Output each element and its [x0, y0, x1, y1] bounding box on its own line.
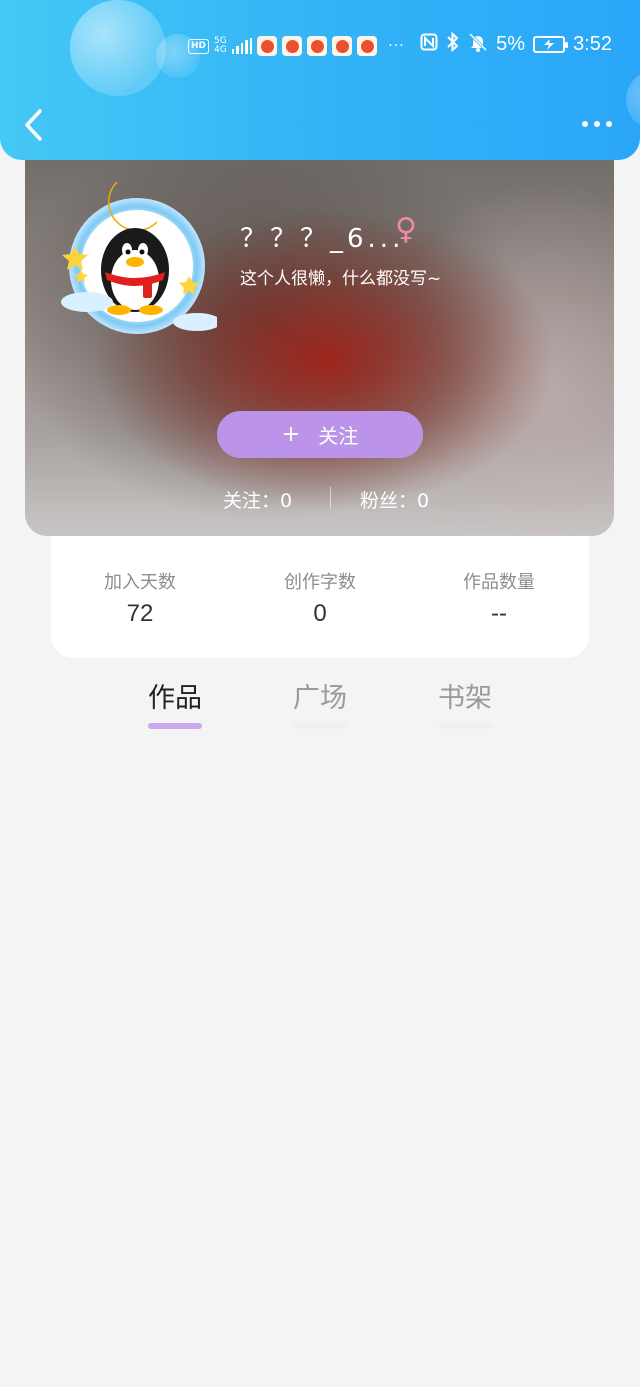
stat-value: --: [491, 600, 507, 627]
mute-bell-icon: [468, 32, 488, 57]
profile-card: ？？？_6... ♀ 这个人很懒，什么都没写~ + 关注 关注：0 粉丝：0: [25, 140, 614, 536]
battery-charging-icon: [533, 36, 569, 53]
chevron-left-icon: [25, 109, 42, 141]
following-stat[interactable]: 关注：0: [223, 486, 292, 513]
tab-indicator: [438, 723, 492, 729]
tab-indicator: [293, 723, 347, 729]
signal-icon: [231, 38, 253, 54]
follow-button[interactable]: + 关注: [217, 411, 423, 458]
penguin-avatar-icon: [61, 181, 221, 334]
avatar[interactable]: [47, 174, 221, 344]
female-gender-icon: ♀: [395, 212, 417, 247]
app-notification-icon: [282, 36, 303, 56]
app-notification-icon: [307, 36, 328, 56]
status-bar-right: 5% 3:52: [420, 31, 612, 57]
fans-stat[interactable]: 粉丝：0: [360, 486, 429, 513]
bluetooth-icon: [446, 31, 460, 57]
app-notification-icon: [357, 36, 378, 56]
status-bar: HD 5G 4G ··· 5% 3:52: [0, 28, 640, 64]
tab-label: 作品: [148, 683, 202, 714]
tab-works[interactable]: 作品: [130, 676, 220, 729]
user-bio: 这个人很懒，什么都没写~: [240, 269, 442, 289]
fans-count: 0: [417, 490, 430, 512]
back-button[interactable]: [22, 108, 50, 144]
more-options-button[interactable]: [582, 112, 612, 136]
clock: 3:52: [573, 33, 612, 55]
nfc-icon: [420, 33, 438, 56]
stat-join-days: 加入天数 72: [70, 568, 210, 628]
stat-word-count: 创作字数 0: [250, 568, 390, 628]
tab-label: 广场: [293, 683, 347, 714]
tab-bookshelf[interactable]: 书架: [420, 676, 510, 729]
stat-label: 作品数量: [463, 572, 535, 593]
content-tabs: 作品 广场 书架: [0, 676, 640, 736]
network-type: 5G 4G: [214, 37, 227, 55]
stat-label: 创作字数: [284, 572, 356, 593]
tab-indicator: [148, 723, 202, 729]
stat-label: 加入天数: [104, 572, 176, 593]
stats-card: 加入天数 72 创作字数 0 作品数量 --: [51, 530, 589, 658]
stat-value: 72: [126, 600, 154, 627]
tab-label: 书架: [438, 683, 492, 714]
hd-icon: HD: [188, 38, 210, 54]
divider: [330, 487, 331, 509]
plus-icon: +: [281, 422, 301, 447]
following-label: 关注：: [223, 490, 281, 512]
tab-square[interactable]: 广场: [275, 676, 365, 729]
network-type-sub: 4G: [214, 45, 227, 55]
follow-stats: 关注：0 粉丝：0: [25, 483, 614, 517]
app-notification-icon: [332, 36, 353, 56]
stat-value: 0: [313, 600, 327, 627]
stat-works-count: 作品数量 --: [429, 568, 569, 628]
user-name: ？？？_6...: [240, 224, 405, 254]
top-header: HD 5G 4G ··· 5% 3:52: [0, 0, 640, 160]
empty-content-area: [0, 740, 640, 1387]
more-dots-icon: [582, 121, 588, 127]
notification-overflow-indicator: ···: [388, 38, 405, 54]
decorative-bubble: [626, 70, 640, 130]
battery-percent: 5%: [496, 33, 526, 55]
following-count: 0: [280, 490, 293, 512]
status-bar-left: HD 5G 4G ···: [188, 36, 405, 56]
fans-label: 粉丝：: [360, 490, 418, 512]
follow-button-label: 关注: [318, 424, 359, 448]
app-notification-icon: [257, 36, 278, 56]
